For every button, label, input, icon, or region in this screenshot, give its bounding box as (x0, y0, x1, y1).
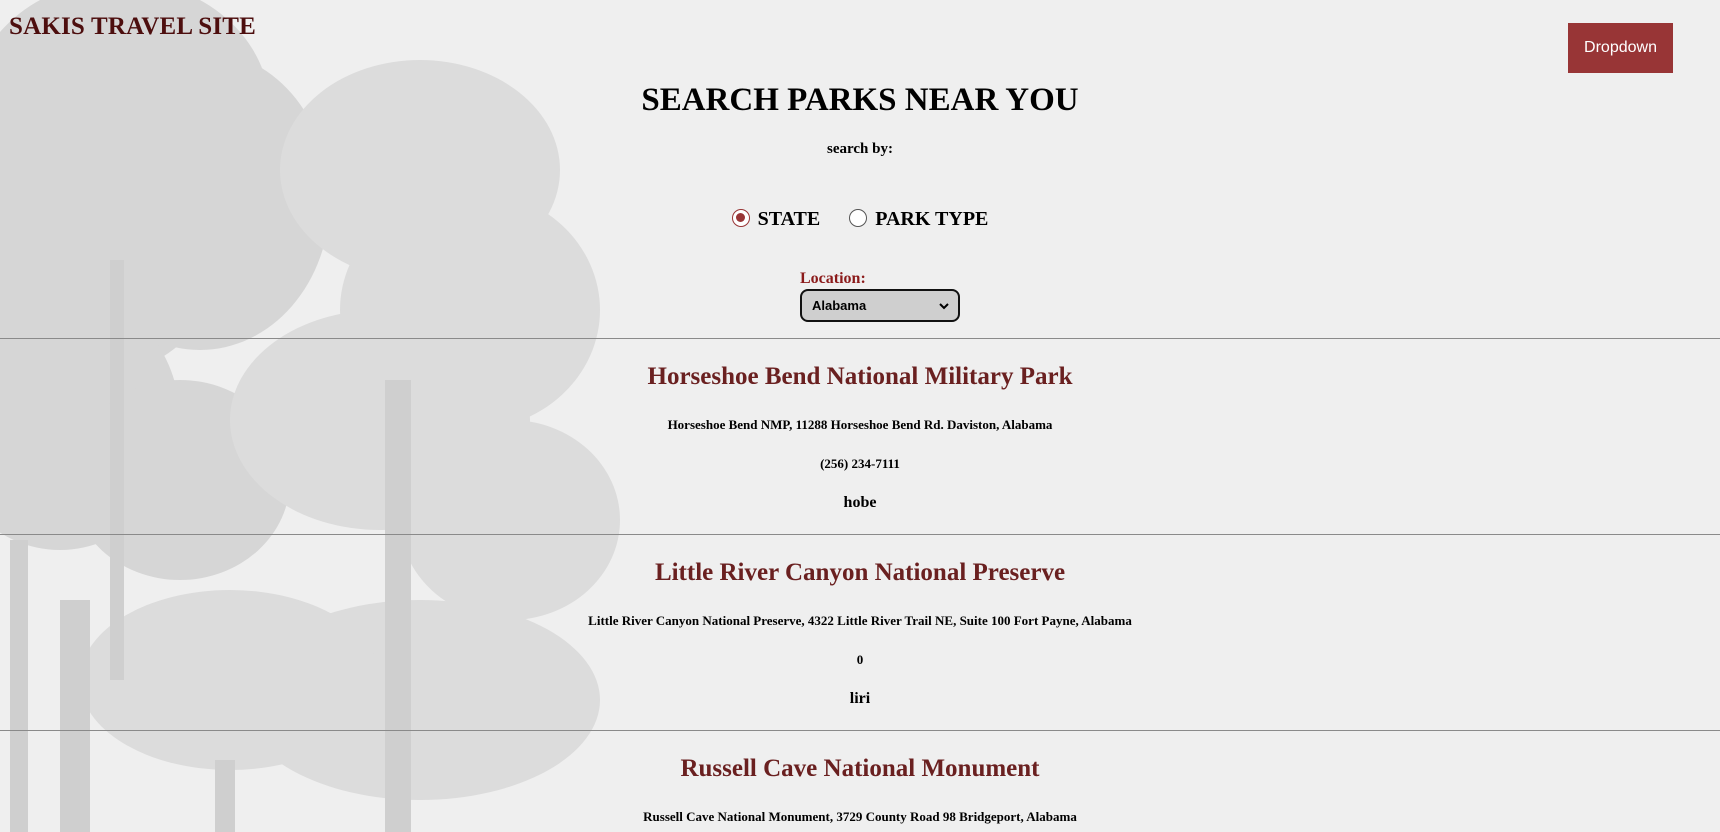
radio-park-type-label: PARK TYPE (875, 208, 989, 230)
page-heading: SEARCH PARKS NEAR YOU (641, 82, 1079, 118)
park-code: liri (849, 690, 871, 707)
radio-state-label: STATE (757, 208, 821, 230)
park-phone: 0 (856, 652, 864, 667)
park-name[interactable]: Little River Canyon National Preserve (0, 559, 1720, 587)
park-phone: (256) 234-7111 (820, 456, 900, 471)
radio-option-park-type[interactable]: PARK TYPE (849, 208, 988, 231)
park-name[interactable]: Horseshoe Bend National Military Park (0, 363, 1720, 391)
park-address: Horseshoe Bend NMP, 11288 Horseshoe Bend… (667, 417, 1053, 432)
radio-park-type-input[interactable] (849, 208, 868, 227)
search-type-radio-group: STATE PARK TYPE (0, 208, 1720, 231)
divider (0, 534, 1720, 535)
divider (0, 338, 1720, 339)
page: SAKIS TRAVEL SITE Dropdown SEARCH PARKS … (0, 0, 1720, 832)
dropdown-button[interactable]: Dropdown (1568, 23, 1673, 73)
park-name[interactable]: Russell Cave National Monument (0, 755, 1720, 783)
location-select[interactable]: Alabama (800, 289, 960, 322)
park-code: hobe (843, 494, 877, 511)
location-label: Location: (800, 270, 866, 287)
park-address: Little River Canyon National Preserve, 4… (588, 613, 1132, 628)
park-address: Russell Cave National Monument, 3729 Cou… (643, 809, 1077, 824)
park-card: Little River Canyon National Preserve (0, 559, 1720, 587)
radio-state-input[interactable] (731, 208, 750, 227)
park-card: Horseshoe Bend National Military Park (0, 363, 1720, 391)
chevron-down-icon (939, 302, 949, 309)
site-title[interactable]: SAKIS TRAVEL SITE (9, 13, 256, 41)
search-by-label: search by: (827, 141, 893, 157)
divider (0, 730, 1720, 731)
radio-option-state[interactable]: STATE (731, 208, 821, 231)
park-card: Russell Cave National Monument (0, 755, 1720, 783)
location-selected-value: Alabama (812, 298, 867, 313)
